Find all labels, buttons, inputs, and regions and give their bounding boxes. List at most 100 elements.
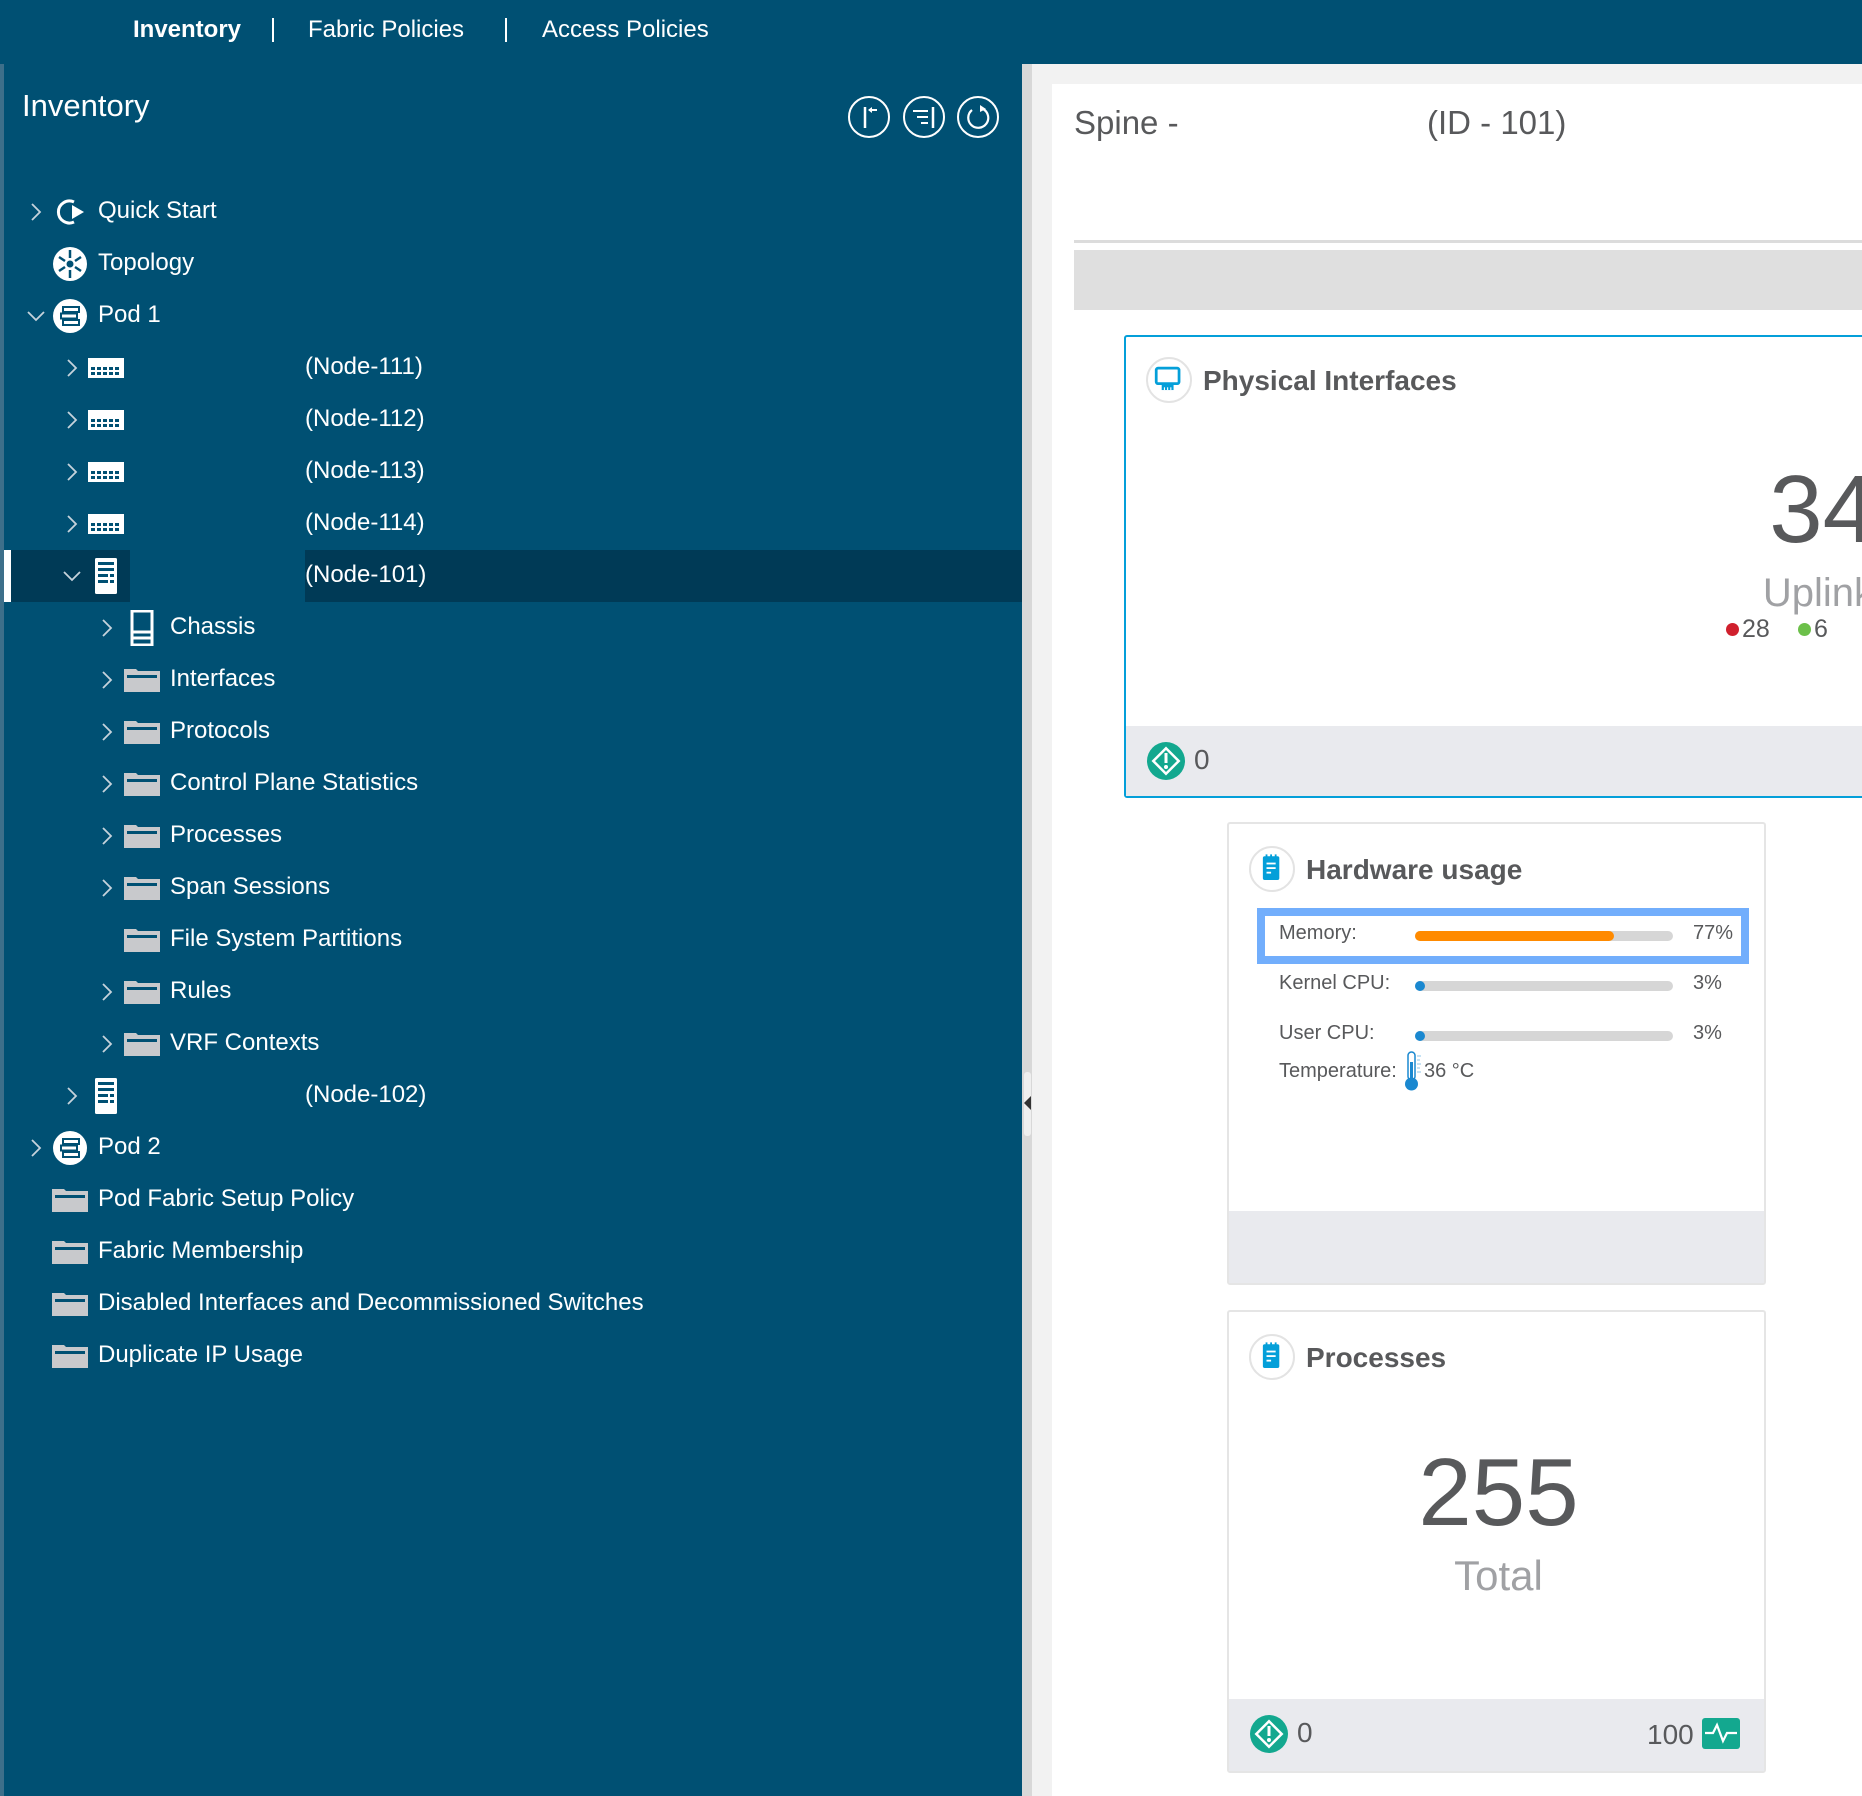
chevron-down-icon[interactable] (62, 564, 82, 588)
chevron-right-icon[interactable] (97, 772, 117, 796)
tree-item[interactable]: Processes (4, 810, 1022, 862)
nav-tab-fabric-policies[interactable]: Fabric Policies (308, 16, 464, 44)
tree-item[interactable]: Pod Fabric Setup Policy (4, 1174, 1022, 1226)
thermometer-icon (1405, 1051, 1421, 1091)
folder-icon (124, 714, 160, 750)
card-title: Hardware usage (1306, 854, 1523, 885)
tree-item[interactable]: Interfaces (4, 654, 1022, 706)
tree-item[interactable]: (Node-113) (4, 446, 1022, 498)
tree-item[interactable]: Rules (4, 966, 1022, 1018)
processes-card[interactable]: Processes 255 Total 0 100 (1227, 1310, 1766, 1773)
tree-item[interactable]: Disabled Interfaces and Decommissioned S… (4, 1278, 1022, 1330)
metric-progress-bar (1415, 981, 1673, 991)
health-score: 100 (1647, 1719, 1694, 1750)
tree-item[interactable]: Topology (4, 238, 1022, 290)
chevron-down-icon[interactable] (26, 304, 46, 328)
hardware-usage-icon (1249, 846, 1295, 892)
chevron-right-icon[interactable] (97, 824, 117, 848)
chevron-right-icon[interactable] (62, 512, 82, 536)
tree-item-label: (Node-111) (305, 353, 423, 380)
metric-value: 3% (1693, 1022, 1722, 1044)
process-count-label: Total (1454, 1552, 1543, 1599)
interface-count-label: Uplink (1762, 571, 1862, 615)
tree-item[interactable]: Protocols (4, 706, 1022, 758)
chevron-right-icon[interactable] (97, 876, 117, 900)
topology-icon (52, 246, 88, 282)
physical-interfaces-icon (1146, 357, 1192, 403)
tree-item[interactable]: Pod 2 (4, 1122, 1022, 1174)
metric-progress-bar (1415, 1031, 1673, 1041)
metric-progress-fill (1415, 931, 1614, 941)
tree-item[interactable]: Fabric Membership (4, 1226, 1022, 1278)
nav-tab-access-policies[interactable]: Access Policies (542, 16, 709, 44)
tree-item-label: Disabled Interfaces and Decommissioned S… (98, 1289, 644, 1316)
spine-switch-icon (88, 558, 124, 594)
folder-icon (52, 1182, 88, 1218)
chassis-icon (124, 609, 160, 647)
leaf-switch-icon (88, 454, 124, 490)
tree-item[interactable]: Chassis (4, 602, 1022, 654)
tree-item-label: (Node-114) (305, 509, 425, 536)
chevron-right-icon[interactable] (62, 1084, 82, 1108)
inventory-sidebar: Inventory Quick Start Topology Pod 1 (Node-… (0, 64, 1022, 1796)
tree-item[interactable]: Quick Start (4, 186, 1022, 238)
chevron-right-icon[interactable] (97, 1032, 117, 1056)
collapse-tree-button[interactable] (848, 96, 890, 138)
tree-item[interactable]: (Node-102) (4, 1070, 1022, 1122)
tree-item[interactable]: Duplicate IP Usage (4, 1330, 1022, 1382)
refresh-icon (967, 105, 990, 129)
top-navigation: Inventory Fabric Policies Access Policie… (0, 0, 1862, 64)
tree-item[interactable]: VRF Contexts (4, 1018, 1022, 1070)
node-detail-panel: Spine - (ID - 101) Physical Interfaces 3… (1052, 84, 1862, 1796)
chevron-right-icon[interactable] (97, 720, 117, 744)
card-title: Processes (1306, 1342, 1447, 1373)
physical-interfaces-card[interactable]: Physical Interfaces 34 Uplink 28 6 0 (1124, 335, 1862, 798)
tree-item-label: (Node-101) (305, 561, 427, 588)
quick-start-icon (52, 194, 88, 230)
chevron-right-icon[interactable] (62, 408, 82, 432)
folder-icon (124, 870, 160, 906)
chevron-right-icon[interactable] (62, 460, 82, 484)
collapse-arrow-icon[interactable] (1024, 1096, 1031, 1110)
tree-item[interactable]: (Node-112) (4, 394, 1022, 446)
chevron-right-icon[interactable] (62, 356, 82, 380)
chevron-right-icon[interactable] (26, 200, 46, 224)
tree-item[interactable]: (Node-114) (4, 498, 1022, 550)
chevron-right-icon[interactable] (97, 980, 117, 1004)
processes-icon (1249, 1334, 1295, 1380)
nav-separator (505, 18, 507, 42)
metric-value: 3% (1693, 972, 1722, 994)
fault-count: 0 (1297, 1717, 1313, 1748)
filter-button[interactable] (903, 96, 945, 138)
tree-item[interactable]: Control Plane Statistics (4, 758, 1022, 810)
tree-item[interactable]: Span Sessions (4, 862, 1022, 914)
tree-item-label: Quick Start (98, 197, 217, 224)
tree-item-label: Processes (170, 821, 283, 848)
node-id: (ID - 101) (1427, 104, 1567, 141)
folder-icon (124, 662, 160, 698)
tree-item-label: File System Partitions (170, 925, 403, 952)
chevron-right-icon[interactable] (26, 1136, 46, 1160)
nav-tab-inventory[interactable]: Inventory (133, 16, 241, 44)
folder-icon (52, 1234, 88, 1270)
selected-indicator (4, 550, 11, 602)
tree-item[interactable]: (Node-111) (4, 342, 1022, 394)
tree-item[interactable]: Pod 1 (4, 290, 1022, 342)
tree-item-label: Interfaces (170, 665, 276, 692)
leaf-switch-icon (88, 506, 124, 542)
tree-item-label: Pod Fabric Setup Policy (98, 1185, 355, 1212)
panel-splitter[interactable] (1022, 64, 1032, 1796)
chevron-right-icon[interactable] (97, 616, 117, 640)
folder-icon (124, 1026, 160, 1062)
tree-item-label: Duplicate IP Usage (98, 1341, 304, 1368)
tree-item-label: Protocols (170, 717, 271, 744)
tree-item[interactable]: (Node-101) (4, 550, 1022, 602)
leaf-switch-icon (88, 402, 124, 438)
tree-item-label: VRF Contexts (170, 1029, 320, 1056)
chevron-right-icon[interactable] (97, 668, 117, 692)
refresh-button[interactable] (957, 96, 999, 138)
folder-icon (52, 1286, 88, 1322)
tree-item[interactable]: File System Partitions (4, 914, 1022, 966)
tree-item-label: (Node-102) (305, 1081, 427, 1108)
hardware-usage-card[interactable]: Hardware usage Memory: 77% Kernel CPU: 3% Us… (1227, 822, 1766, 1285)
